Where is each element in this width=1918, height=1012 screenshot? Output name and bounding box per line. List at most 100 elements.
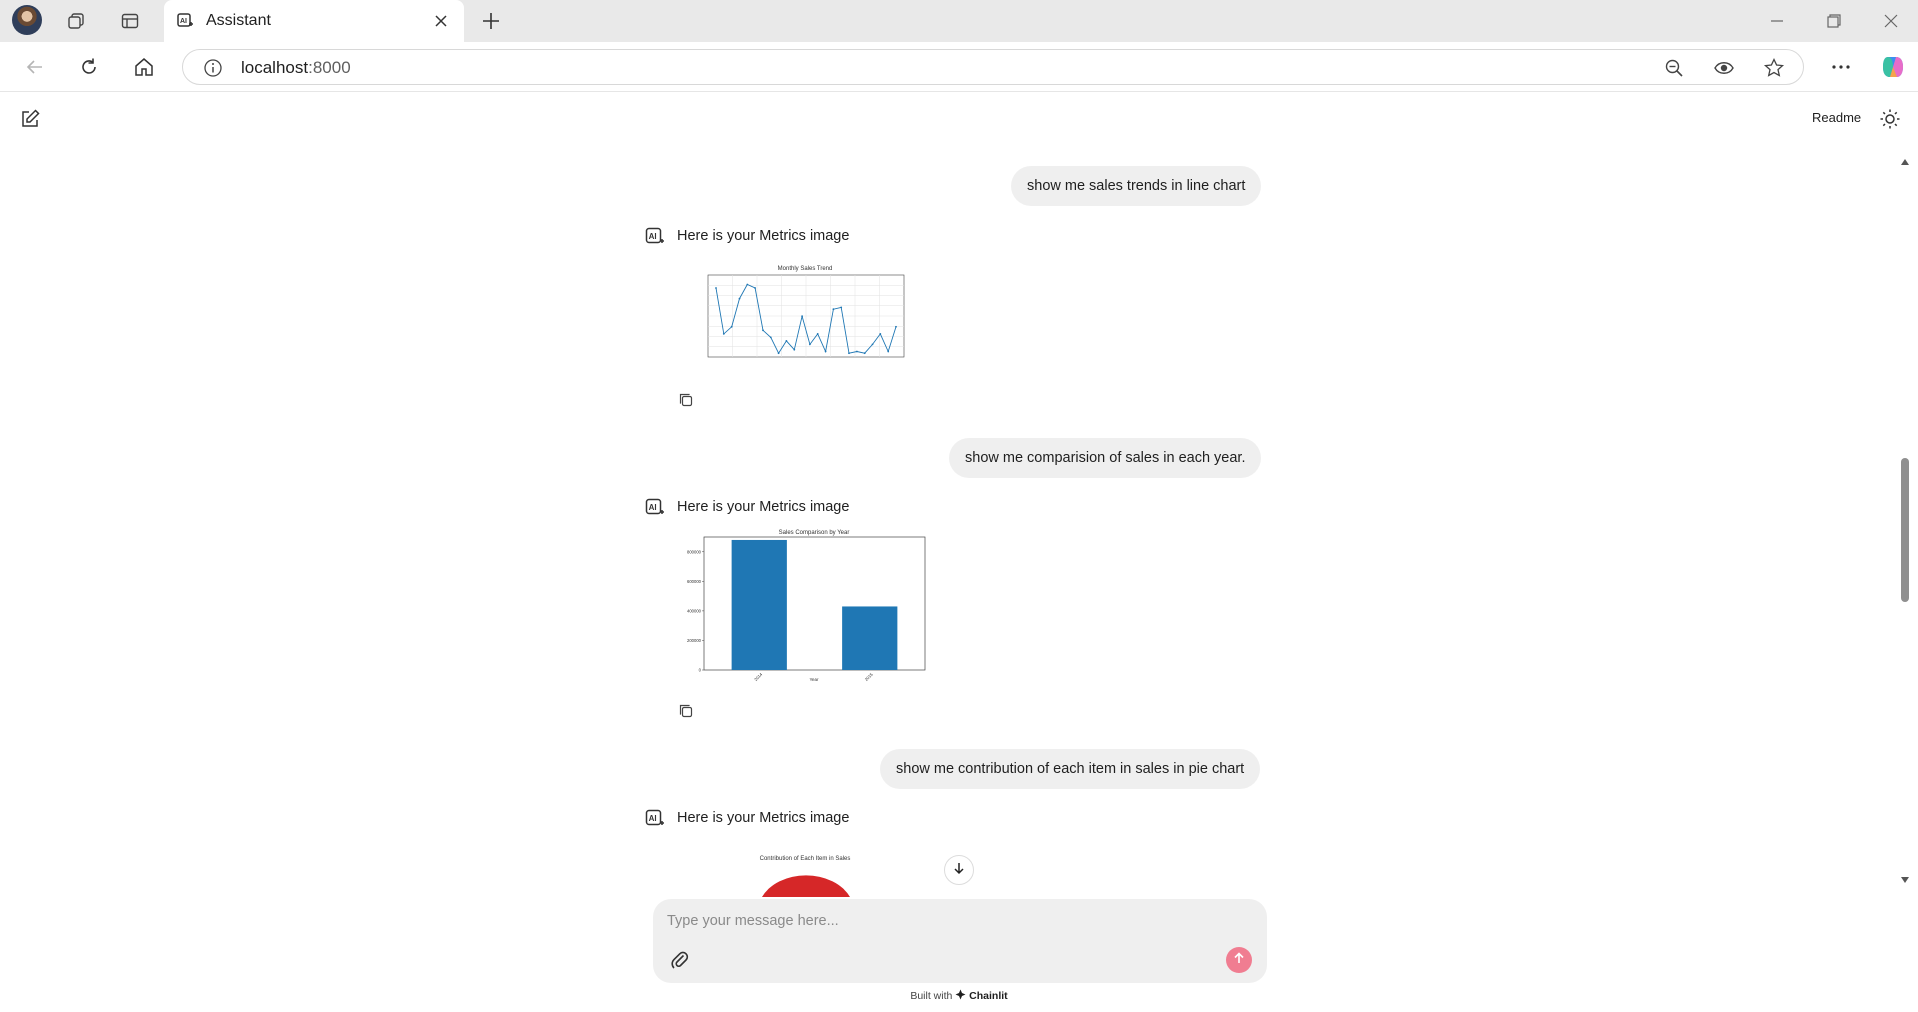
user-message-text: show me contribution of each item in sal… (896, 761, 1245, 777)
address-bar[interactable]: localhost:8000 (182, 49, 1804, 85)
svg-text:AI: AI (649, 503, 657, 512)
tab-title: Assistant (206, 12, 271, 29)
line-point (824, 350, 827, 353)
line-point (832, 308, 835, 311)
theme-toggle-icon[interactable] (1878, 107, 1902, 131)
line-point (769, 336, 772, 339)
assistant-avatar-icon: AI (645, 498, 665, 518)
y-tick-label: 800000 (687, 549, 702, 554)
url-host: localhost (241, 58, 309, 77)
svg-text:AI: AI (649, 814, 657, 823)
built-with-label: Built with (910, 990, 953, 1002)
chainlit-logo-icon (955, 989, 969, 1002)
pie-chart-title: Contribution of Each Item in Sales (760, 856, 851, 862)
assistant-favicon-icon: AI (176, 12, 194, 35)
bar-chart-x-label: Year (809, 677, 819, 682)
tab-assistant[interactable]: AI Assistant (164, 0, 464, 42)
line-point (809, 343, 811, 346)
tracking-prevention-icon[interactable] (1713, 57, 1735, 84)
home-icon[interactable] (129, 52, 159, 82)
line-point (848, 352, 850, 355)
line-point (762, 329, 764, 332)
url-port: :8000 (308, 58, 351, 77)
line-point (785, 340, 788, 342)
user-message-text: show me comparision of sales in each yea… (965, 450, 1246, 466)
favorite-star-icon[interactable] (1763, 57, 1785, 84)
refresh-icon[interactable] (74, 52, 104, 82)
line-point (722, 333, 725, 335)
x-tick-label: 2015 (864, 671, 875, 682)
line-point (856, 350, 858, 353)
line-point (887, 350, 890, 353)
line-point (895, 325, 897, 328)
assistant-message-text: Here is your Metrics image (677, 810, 850, 826)
y-tick-label: 0 (699, 668, 702, 673)
new-chat-icon[interactable] (18, 107, 42, 131)
message-composer (653, 899, 1267, 983)
line-point (816, 333, 819, 335)
send-button[interactable] (1226, 947, 1252, 973)
line-point (793, 348, 796, 351)
site-info-icon[interactable] (203, 58, 223, 83)
svg-text:AI: AI (649, 232, 657, 241)
bar-chart-title: Sales Comparison by Year (779, 530, 850, 536)
footer: Built with Chainlit (0, 989, 1918, 1002)
browser-tab-bar: AI Assistant (0, 0, 1918, 42)
assistant-message-text: Here is your Metrics image (677, 228, 850, 244)
assistant-message-text: Here is your Metrics image (677, 499, 850, 515)
new-tab-icon[interactable] (478, 8, 504, 34)
arrow-up-icon (1233, 951, 1245, 969)
line-point (871, 343, 874, 346)
more-options-icon[interactable] (1826, 52, 1856, 82)
scroll-up-arrow-icon[interactable] (1900, 153, 1910, 171)
y-tick-label: 400000 (687, 608, 702, 613)
line-point (863, 352, 866, 355)
user-message: show me comparision of sales in each yea… (949, 438, 1262, 478)
line-point (746, 283, 749, 286)
readme-button[interactable]: Readme (1812, 110, 1861, 125)
back-arrow-icon[interactable] (20, 52, 50, 82)
pie-chart-image[interactable]: Contribution of Each Item in Sales (740, 853, 870, 897)
scroll-down-arrow-icon[interactable] (1900, 871, 1910, 889)
bar-chart-image[interactable]: Sales Comparison by Year 0 200000 400000 60… (674, 527, 930, 683)
profile-avatar[interactable] (12, 5, 42, 35)
bar (731, 539, 787, 670)
line-chart-image[interactable]: Monthly Sales Trend (686, 261, 908, 371)
close-tab-icon[interactable] (430, 10, 452, 32)
line-point (738, 297, 741, 300)
line-point (754, 287, 756, 289)
user-message-text: show me sales trends in line chart (1027, 178, 1246, 194)
line-chart-title: Monthly Sales Trend (778, 266, 833, 272)
copilot-icon[interactable] (1878, 52, 1908, 82)
scroll-to-bottom-button[interactable] (944, 855, 974, 885)
user-message: show me contribution of each item in sal… (880, 749, 1261, 789)
line-point (840, 306, 843, 309)
svg-text:AI: AI (180, 18, 187, 25)
line-point (801, 315, 803, 318)
x-tick-label: 2014 (753, 671, 764, 682)
copy-icon[interactable] (678, 703, 696, 721)
line-point (715, 287, 717, 289)
assistant-avatar-icon: AI (645, 809, 665, 829)
bar (842, 606, 898, 670)
message-input[interactable] (667, 909, 1227, 933)
chainlit-brand[interactable]: Chainlit (969, 990, 1008, 1002)
workspaces-icon[interactable] (62, 7, 90, 35)
chat-scrollbar[interactable] (1898, 153, 1912, 889)
attach-file-icon[interactable] (669, 949, 691, 971)
line-point (730, 325, 733, 328)
y-tick-label: 600000 (687, 579, 702, 584)
assistant-avatar-icon: AI (645, 227, 665, 247)
pie-slice (762, 875, 850, 897)
copy-icon[interactable] (678, 392, 696, 410)
zoom-out-icon[interactable] (1663, 57, 1685, 84)
close-window-icon[interactable] (1878, 8, 1904, 34)
bar-chart-y-ticks: 0 200000 400000 600000 800000 (687, 549, 704, 673)
line-point (777, 352, 780, 355)
restore-icon[interactable] (1821, 8, 1847, 34)
minimize-icon[interactable] (1764, 8, 1790, 34)
y-tick-label: 200000 (687, 638, 702, 643)
vertical-tabs-icon[interactable] (116, 7, 144, 35)
browser-nav-bar: localhost:8000 (0, 42, 1918, 92)
scroll-thumb[interactable] (1901, 458, 1909, 602)
